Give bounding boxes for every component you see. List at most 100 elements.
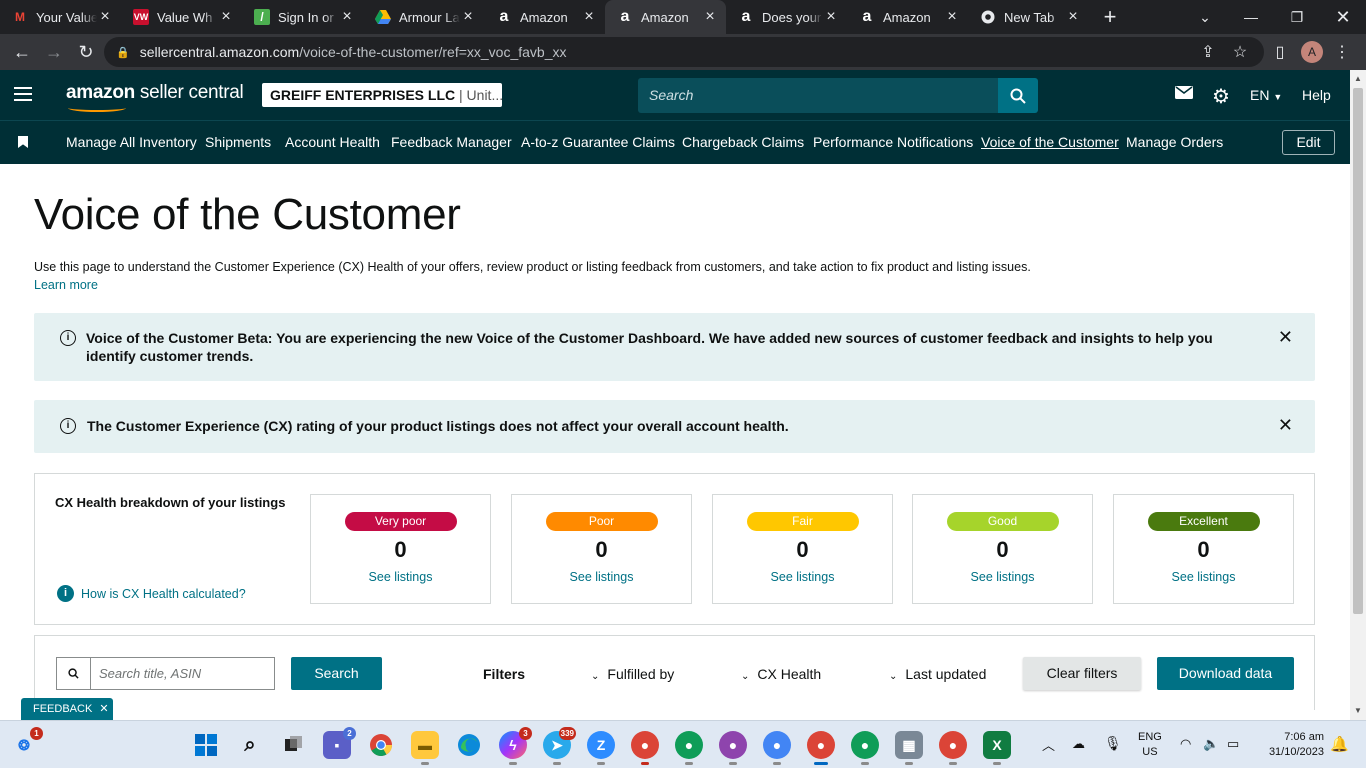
nav-performance-notifications[interactable]: Performance Notifications — [813, 134, 973, 150]
task-view-icon[interactable] — [280, 731, 308, 759]
battery-icon[interactable]: ▭ — [1227, 736, 1239, 752]
close-icon[interactable]: ✕ — [99, 703, 108, 715]
close-icon[interactable]: × — [944, 8, 960, 26]
see-listings-link[interactable]: See listings — [713, 570, 892, 584]
profile-avatar[interactable]: A — [1296, 36, 1328, 68]
cx-health-help-link[interactable]: i How is CX Health calculated? — [57, 585, 246, 602]
back-arrow-icon[interactable]: ← — [6, 36, 38, 68]
kebab-menu-icon[interactable]: ⋮ — [1326, 36, 1358, 68]
close-icon[interactable]: ✕ — [1278, 415, 1293, 436]
clock[interactable]: 7:06 am 31/10/2023 — [1258, 730, 1324, 760]
close-icon[interactable]: × — [702, 8, 718, 26]
nav-feedback-manager[interactable]: Feedback Manager — [391, 134, 512, 150]
cx-health-filter[interactable]: ⌄ CX Health — [741, 666, 821, 682]
browser-tab[interactable]: a Amazon × — [484, 0, 605, 34]
browser-tab[interactable]: M Your Value × — [0, 0, 121, 34]
browser-tab[interactable]: a Does your × — [726, 0, 847, 34]
header-search-input[interactable]: Search — [638, 78, 998, 113]
search-icon[interactable]: ⌕ — [236, 731, 264, 759]
weather-widget-icon[interactable]: ❂ 1 — [10, 727, 43, 759]
close-icon[interactable]: × — [339, 8, 355, 26]
language-indicator[interactable]: ENG US — [1138, 730, 1162, 760]
browser-tab[interactable]: a Amazon × — [847, 0, 968, 34]
see-listings-link[interactable]: See listings — [1114, 570, 1293, 584]
header-search-button[interactable] — [998, 78, 1038, 113]
seller-central-logo[interactable]: amazon seller central — [66, 82, 244, 112]
chrome-profile-icon[interactable]: ● — [631, 731, 659, 765]
browser-tab-active[interactable]: a Amazon × — [605, 0, 726, 34]
browser-tab[interactable]: Armour La × — [363, 0, 484, 34]
listing-search-input[interactable]: Search title, ASIN — [90, 657, 275, 690]
browser-tab[interactable]: / Sign In or × — [242, 0, 363, 34]
browser-tab[interactable]: VW Value Wh × — [121, 0, 242, 34]
antivirus-icon[interactable]: ☁ — [1072, 736, 1085, 752]
fulfilled-by-filter[interactable]: ⌄ Fulfilled by — [591, 666, 674, 682]
side-panel-icon[interactable]: ▯ — [1264, 36, 1296, 68]
close-icon[interactable]: × — [97, 8, 113, 26]
messenger-icon[interactable]: ϟ3 — [499, 727, 532, 765]
chrome-profile-icon[interactable]: ● — [675, 731, 703, 765]
chrome-profile-icon[interactable]: ● — [719, 731, 747, 765]
close-icon[interactable]: × — [581, 8, 597, 26]
chrome-icon[interactable] — [367, 731, 395, 759]
minimize-icon[interactable]: — — [1228, 0, 1274, 34]
nav-voice-of-customer[interactable]: Voice of the Customer — [981, 134, 1119, 150]
chrome-profile-icon[interactable]: ● — [939, 731, 967, 765]
feedback-tab[interactable]: FEEDBACK ✕ — [21, 698, 113, 720]
windows-start-icon[interactable] — [192, 731, 220, 759]
browser-tab[interactable]: New Tab × — [968, 0, 1089, 34]
microphone-icon[interactable]: 🎙 — [1104, 735, 1122, 752]
see-listings-link[interactable]: See listings — [512, 570, 691, 584]
tab-search-chevron-icon[interactable]: ⌄ — [1182, 0, 1228, 34]
nav-manage-inventory[interactable]: Manage All Inventory — [66, 134, 197, 150]
close-icon[interactable]: × — [218, 8, 234, 26]
excel-icon[interactable]: X — [983, 731, 1011, 765]
close-window-icon[interactable]: ✕ — [1320, 0, 1366, 34]
close-icon[interactable]: ✕ — [1278, 327, 1293, 348]
account-switcher[interactable]: GREIFF ENTERPRISES LLC | Unit... — [262, 83, 502, 107]
scrollbar-thumb[interactable] — [1353, 88, 1363, 614]
teams-chat-icon[interactable]: ▪ 2 — [323, 727, 356, 759]
learn-more-link[interactable]: Learn more — [34, 278, 98, 292]
calculator-icon[interactable]: ▦ — [895, 731, 923, 765]
notification-bell-icon[interactable]: 🔔 — [1330, 735, 1349, 753]
nav-chargeback-claims[interactable]: Chargeback Claims — [682, 134, 804, 150]
nav-a-to-z-claims[interactable]: A-to-z Guarantee Claims — [521, 134, 675, 150]
chrome-profile-icon[interactable]: ● — [763, 731, 791, 765]
close-icon[interactable]: × — [1065, 8, 1081, 26]
mail-icon[interactable] — [1175, 86, 1193, 103]
help-link[interactable]: Help — [1302, 87, 1331, 103]
search-button[interactable]: Search — [291, 657, 382, 690]
tray-overflow-chevron-icon[interactable]: ︿ — [1042, 735, 1055, 754]
clear-filters-button[interactable]: Clear filters — [1023, 657, 1141, 690]
new-tab-button[interactable]: + — [1095, 4, 1125, 30]
close-icon[interactable]: × — [823, 8, 839, 26]
telegram-icon[interactable]: ➤ 339 — [543, 727, 576, 765]
reload-icon[interactable]: ↻ — [70, 36, 102, 68]
file-explorer-icon[interactable]: ▬ — [411, 731, 439, 765]
close-icon[interactable]: × — [460, 8, 476, 26]
share-icon[interactable]: ⇪ — [1192, 36, 1224, 68]
volume-icon[interactable]: 🔈 — [1203, 736, 1219, 752]
chrome-profile-icon[interactable]: ● — [851, 731, 879, 765]
edge-icon[interactable] — [455, 731, 483, 759]
bookmark-icon[interactable] — [18, 136, 28, 148]
gear-icon[interactable]: ⚙ — [1212, 84, 1230, 109]
zoom-icon[interactable]: Z — [587, 731, 615, 765]
bookmark-star-icon[interactable]: ☆ — [1224, 36, 1256, 68]
nav-account-health[interactable]: Account Health — [285, 134, 380, 150]
page-scrollbar[interactable]: ▲ ▼ — [1350, 70, 1366, 720]
edit-nav-button[interactable]: Edit — [1282, 130, 1335, 155]
language-selector[interactable]: EN ▼ — [1250, 87, 1282, 103]
nav-shipments[interactable]: Shipments — [205, 134, 271, 150]
wifi-icon[interactable]: ◠ — [1180, 736, 1191, 752]
forward-arrow-icon[interactable]: → — [38, 36, 70, 68]
chrome-profile-icon[interactable]: ● — [807, 731, 835, 765]
nav-manage-orders[interactable]: Manage Orders — [1126, 134, 1223, 150]
scroll-down-arrow-icon[interactable]: ▼ — [1350, 706, 1366, 715]
scroll-up-arrow-icon[interactable]: ▲ — [1350, 74, 1366, 83]
address-bar[interactable]: 🔒 sellercentral.amazon.com/voice-of-the-… — [104, 37, 1264, 67]
last-updated-filter[interactable]: ⌄ Last updated — [889, 666, 986, 682]
hamburger-menu-icon[interactable] — [14, 87, 32, 101]
download-data-button[interactable]: Download data — [1157, 657, 1294, 690]
